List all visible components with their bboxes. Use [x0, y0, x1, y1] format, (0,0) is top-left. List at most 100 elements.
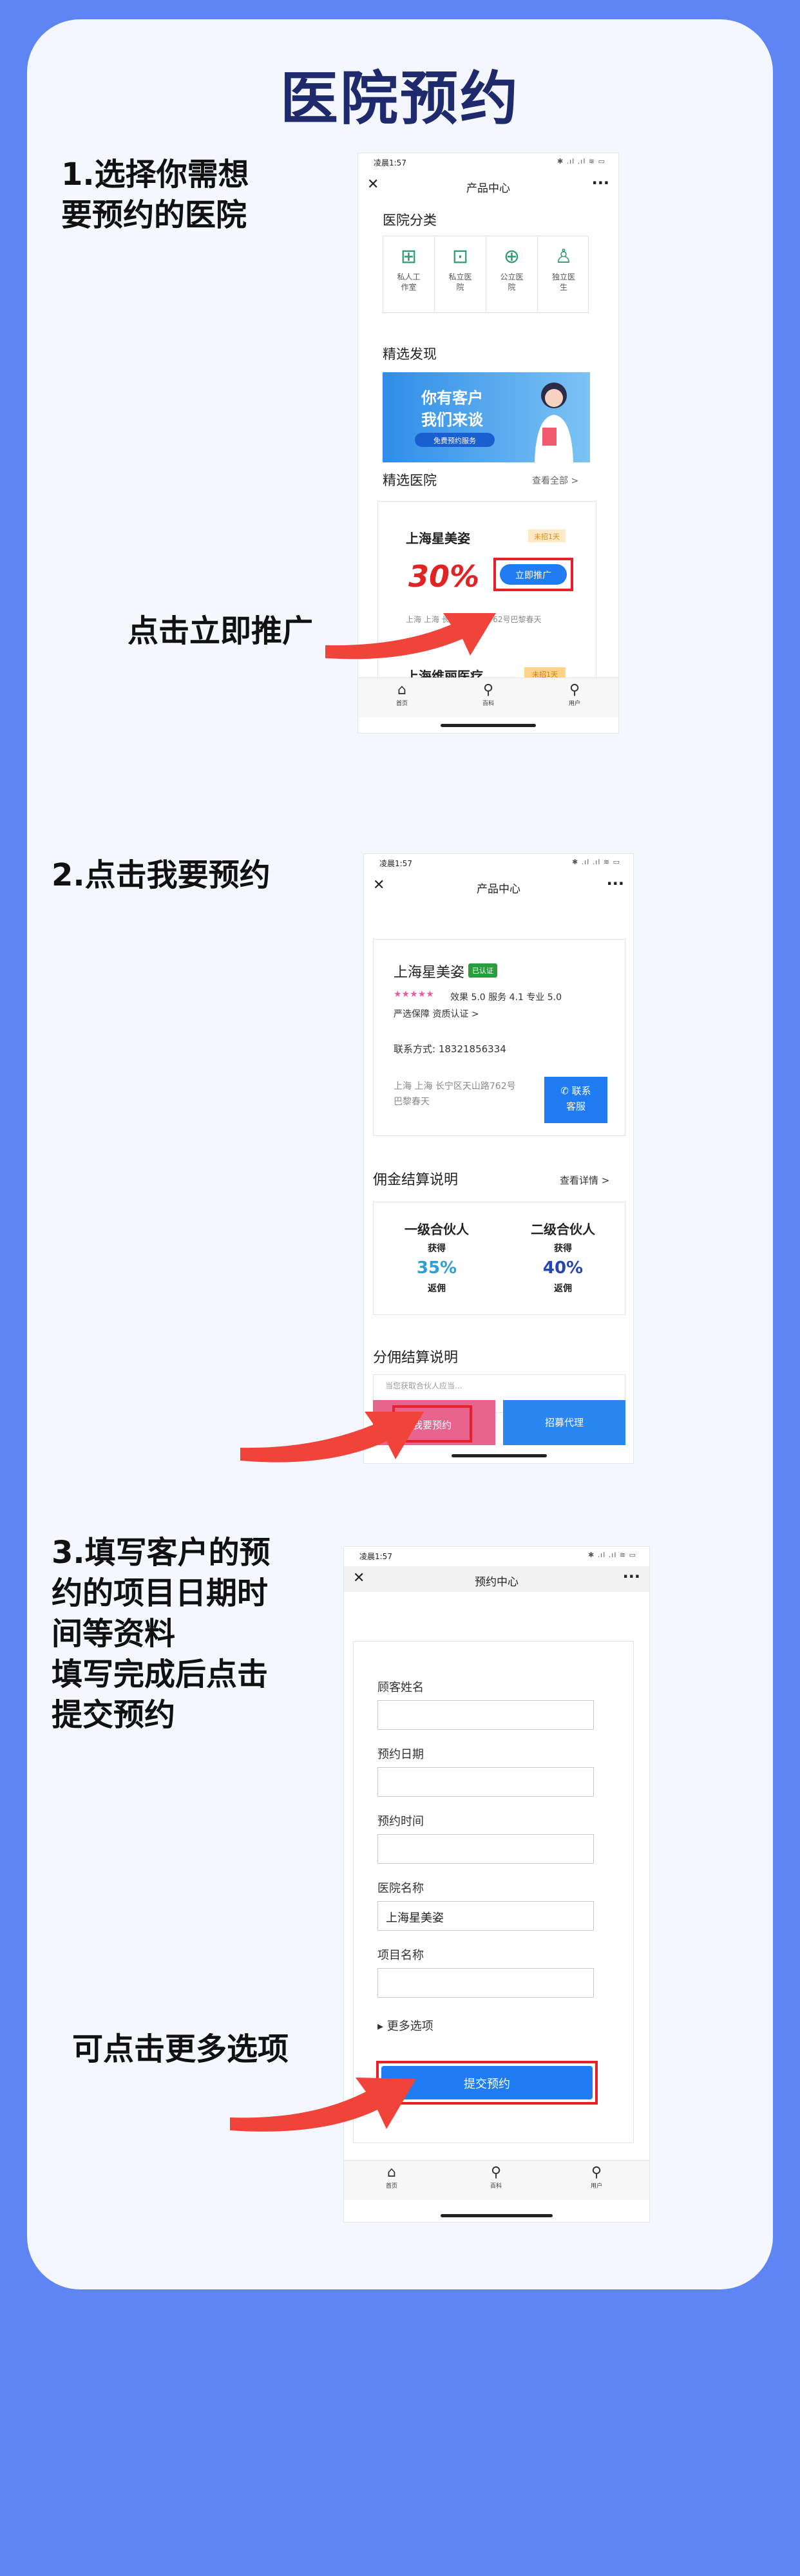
- step3-line4: 填写完成后点击: [52, 1656, 269, 1692]
- arrow-icon: [325, 613, 496, 659]
- split-title: 分佣结算说明: [373, 1350, 459, 1366]
- step3-line1: 3.填写客户的预: [52, 1535, 271, 1571]
- address-line1: 上海 上海 长宁区天山路762号: [394, 1081, 516, 1092]
- banner-line2: 我们来谈: [421, 411, 483, 429]
- partner2-get: 获得: [554, 1244, 572, 1254]
- step3-line2: 约的项目日期时: [52, 1575, 269, 1611]
- banner-line1: 你有客户: [421, 389, 483, 407]
- nav-bar: ✕ 预约中心 ···: [344, 1566, 649, 1592]
- category-label: 独立医生: [551, 272, 575, 292]
- partner1-back: 返佣: [428, 1283, 446, 1294]
- category-independent-doctor[interactable]: ♙ 独立医生: [538, 236, 589, 312]
- field-label-time: 预约时间: [377, 1815, 424, 1828]
- phone-screenshot-2: 凌晨1:57 ✱ .ıl .ıl ≋ ▭ ✕ 产品中心 ··· 上海星美姿 已认证…: [364, 854, 633, 1463]
- hospital-name-input[interactable]: 上海星美姿: [377, 1901, 594, 1931]
- featured-banner[interactable]: 你有客户 我们来谈 免费预约服务: [383, 372, 590, 462]
- partner1-title: 一级合伙人: [405, 1222, 469, 1237]
- doctor-icon: ♙: [555, 245, 573, 268]
- partner1: 一级合伙人 获得 35% 返佣: [374, 1219, 500, 1294]
- tab-encyclopedia[interactable]: ⚲ 百科: [469, 682, 508, 707]
- rating-scores: 效果 5.0 服务 4.1 专业 5.0: [450, 992, 562, 1003]
- status-icons: ✱ .ıl .ıl ≋ ▭: [587, 1551, 636, 1559]
- tab-label: 用户: [590, 2183, 602, 2190]
- hospital-search-icon: ⊡: [452, 245, 469, 268]
- tab-label: 百科: [490, 2183, 502, 2190]
- section-featured: 精选发现: [383, 346, 437, 362]
- recruit-agent-button[interactable]: 招募代理: [503, 1400, 625, 1445]
- person-icon: ⚲: [490, 2164, 502, 2181]
- project-name-input[interactable]: [377, 1968, 594, 1998]
- nav-bar: ✕ 产品中心 ···: [364, 873, 633, 899]
- category-grid: ⊞ 私人工作室 ⊡ 私立医院 ⊕ 公立医院 ♙ 独立医生: [383, 236, 589, 313]
- service-label-2: 客服: [566, 1101, 586, 1112]
- more-icon[interactable]: ···: [592, 174, 609, 192]
- field-label-date: 预约日期: [377, 1748, 424, 1761]
- hospital-name: 上海星美姿: [394, 965, 465, 981]
- page-title: 医院预约: [280, 65, 520, 133]
- step1-line1: 1.选择你需想: [61, 156, 249, 193]
- step3-text: 3.填写客户的预 约的项目日期时 间等资料 填写完成后点击 提交预约: [52, 1533, 271, 1736]
- phone-icon-label: ✆ 联系: [544, 1083, 607, 1099]
- partner2-rate: 40%: [542, 1258, 584, 1278]
- more-icon[interactable]: ···: [623, 1567, 640, 1586]
- field-label-project: 项目名称: [377, 1949, 424, 1962]
- tab-home[interactable]: ⌂ 首页: [383, 682, 421, 707]
- status-icons: ✱ .ıl .ıl ≋ ▭: [557, 157, 605, 166]
- booking-time-input[interactable]: [377, 1834, 594, 1864]
- partner2: 二级合伙人 获得 40% 返佣: [500, 1219, 626, 1294]
- partner1-get: 获得: [428, 1244, 446, 1254]
- hospital1-name: 上海星美姿: [406, 531, 470, 546]
- details-link[interactable]: 查看详情 >: [560, 1173, 609, 1187]
- customer-name-input[interactable]: [377, 1700, 594, 1730]
- status-bar: 凌晨1:57 ✱ .ıl .ıl ≋ ▭: [344, 1547, 649, 1566]
- tab-label: 百科: [482, 701, 494, 707]
- service-label-1: 联系: [571, 1085, 591, 1097]
- tab-user[interactable]: ⚲ 用户: [555, 682, 594, 707]
- more-options-toggle[interactable]: ▸ 更多选项: [377, 2017, 433, 2034]
- booking-date-input[interactable]: [377, 1767, 594, 1797]
- nurse-illustration: [528, 377, 580, 462]
- guarantee-link[interactable]: 严选保障 资质认证 >: [394, 1007, 479, 1020]
- status-bar: 凌晨1:57 ✱ .ıl .ıl ≋ ▭: [358, 153, 618, 173]
- hospital1-badge: 未招1天: [528, 529, 566, 542]
- tab-bar: ⌂ 首页 ⚲ 百科 ⚲ 用户: [358, 677, 618, 717]
- tab-home[interactable]: ⌂ 首页: [372, 2164, 411, 2190]
- section-category: 医院分类: [383, 213, 437, 228]
- tab-label: 首页: [395, 701, 408, 707]
- step3-line3: 间等资料: [52, 1616, 176, 1652]
- tab-user[interactable]: ⚲ 用户: [577, 2164, 616, 2190]
- step2-text: 2.点击我要预约: [52, 857, 271, 893]
- section-hospitals: 精选医院: [383, 473, 437, 488]
- category-label: 公立医院: [500, 272, 524, 292]
- category-private-hospital[interactable]: ⊡ 私立医院: [435, 236, 486, 312]
- see-all-link[interactable]: 查看全部 >: [532, 474, 578, 487]
- user-icon: ⚲: [569, 682, 580, 698]
- phone-icon: ✆: [560, 1085, 572, 1097]
- home-indicator: [452, 1454, 547, 1457]
- step3-line5: 提交预约: [52, 1697, 176, 1733]
- field-label-hospital: 医院名称: [377, 1882, 424, 1895]
- contact-info: 联系方式: 18321856334: [394, 1043, 506, 1055]
- tab-encyclopedia[interactable]: ⚲ 百科: [477, 2164, 515, 2190]
- step1-text: 1.选择你需想 要预约的医院: [61, 155, 249, 236]
- verified-badge: 已认证: [468, 963, 497, 978]
- tab-label: 用户: [568, 701, 580, 707]
- nav-bar: ✕ 产品中心 ···: [358, 173, 618, 198]
- hospital-cross-icon: ⊕: [503, 245, 520, 268]
- home-indicator: [441, 724, 536, 727]
- category-public-hospital[interactable]: ⊕ 公立医院: [486, 236, 538, 312]
- home-icon: ⌂: [387, 2164, 396, 2181]
- nav-title: 产品中心: [466, 182, 510, 195]
- tab-label: 首页: [385, 2183, 397, 2190]
- status-time: 凌晨1:57: [359, 1552, 392, 1561]
- step1-line2: 要预约的医院: [61, 197, 247, 233]
- category-private-studio[interactable]: ⊞ 私人工作室: [383, 236, 435, 312]
- partner2-title: 二级合伙人: [531, 1222, 595, 1237]
- contact-service-button[interactable]: ✆ 联系 客服: [544, 1077, 607, 1123]
- promote-button[interactable]: 立即推广: [500, 564, 567, 585]
- more-icon[interactable]: ···: [607, 875, 624, 893]
- arrow-icon: [240, 1412, 424, 1463]
- commission-title: 佣金结算说明: [373, 1172, 459, 1188]
- status-icons: ✱ .ıl .ıl ≋ ▭: [571, 858, 620, 866]
- status-bar: 凌晨1:57 ✱ .ıl .ıl ≋ ▭: [364, 854, 633, 873]
